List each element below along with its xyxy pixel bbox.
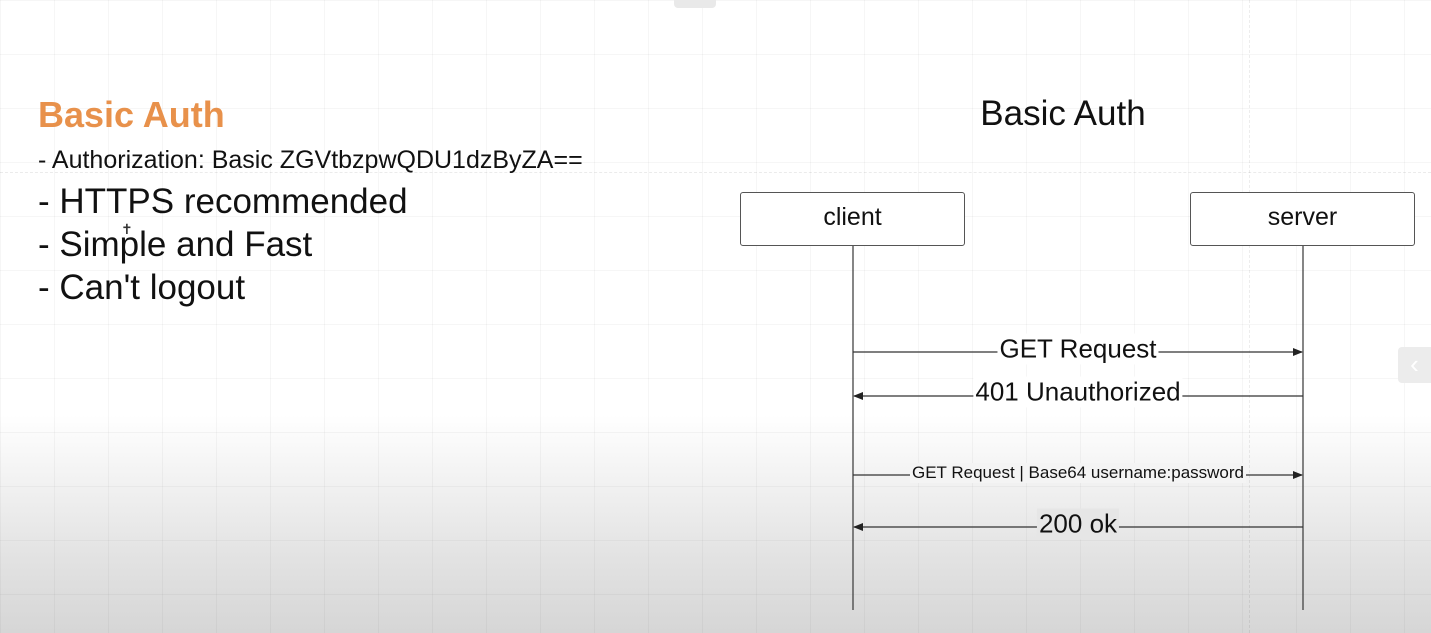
participant-client[interactable]: client: [740, 192, 965, 246]
message-label-401: 401 Unauthorized: [973, 376, 1183, 408]
participant-server[interactable]: server: [1190, 192, 1415, 246]
message-label-get-request: GET Request: [997, 333, 1159, 365]
message-label-200: 200 ok: [1036, 508, 1120, 540]
sequence-diagram: [852, 246, 1304, 610]
message-label-get-request-base64: GET Request | Base64 username:password: [910, 463, 1246, 483]
